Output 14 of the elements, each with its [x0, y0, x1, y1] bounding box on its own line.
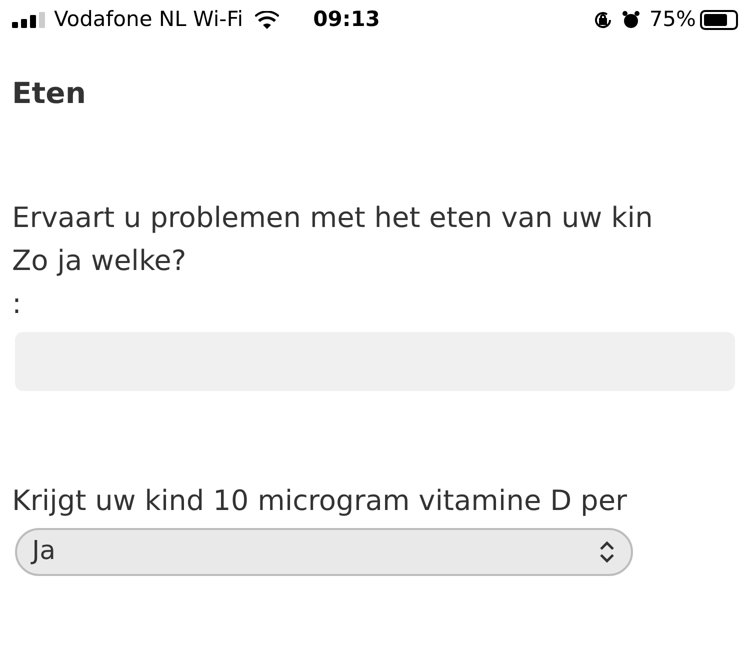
question-text: Zo ja welke?	[12, 242, 186, 278]
time-text: 09:13	[313, 6, 380, 34]
signal-icon	[12, 12, 46, 28]
chevron-updown-icon	[598, 540, 616, 564]
battery-text: 75%	[649, 6, 696, 34]
carrier-text: Vodafone NL Wi-Fi	[54, 6, 244, 34]
battery-icon	[700, 10, 738, 30]
question-text: :	[12, 286, 22, 322]
answer-dropdown[interactable]: Ja	[15, 528, 633, 576]
rotation-lock-icon	[593, 10, 614, 30]
section-title: Eten	[12, 75, 86, 112]
wifi-icon	[255, 11, 280, 29]
question-text: Krijgt uw kind 10 microgram vitamine D per	[12, 482, 628, 518]
question-text: Ervaart u problemen met het eten van uw kin	[12, 200, 653, 236]
